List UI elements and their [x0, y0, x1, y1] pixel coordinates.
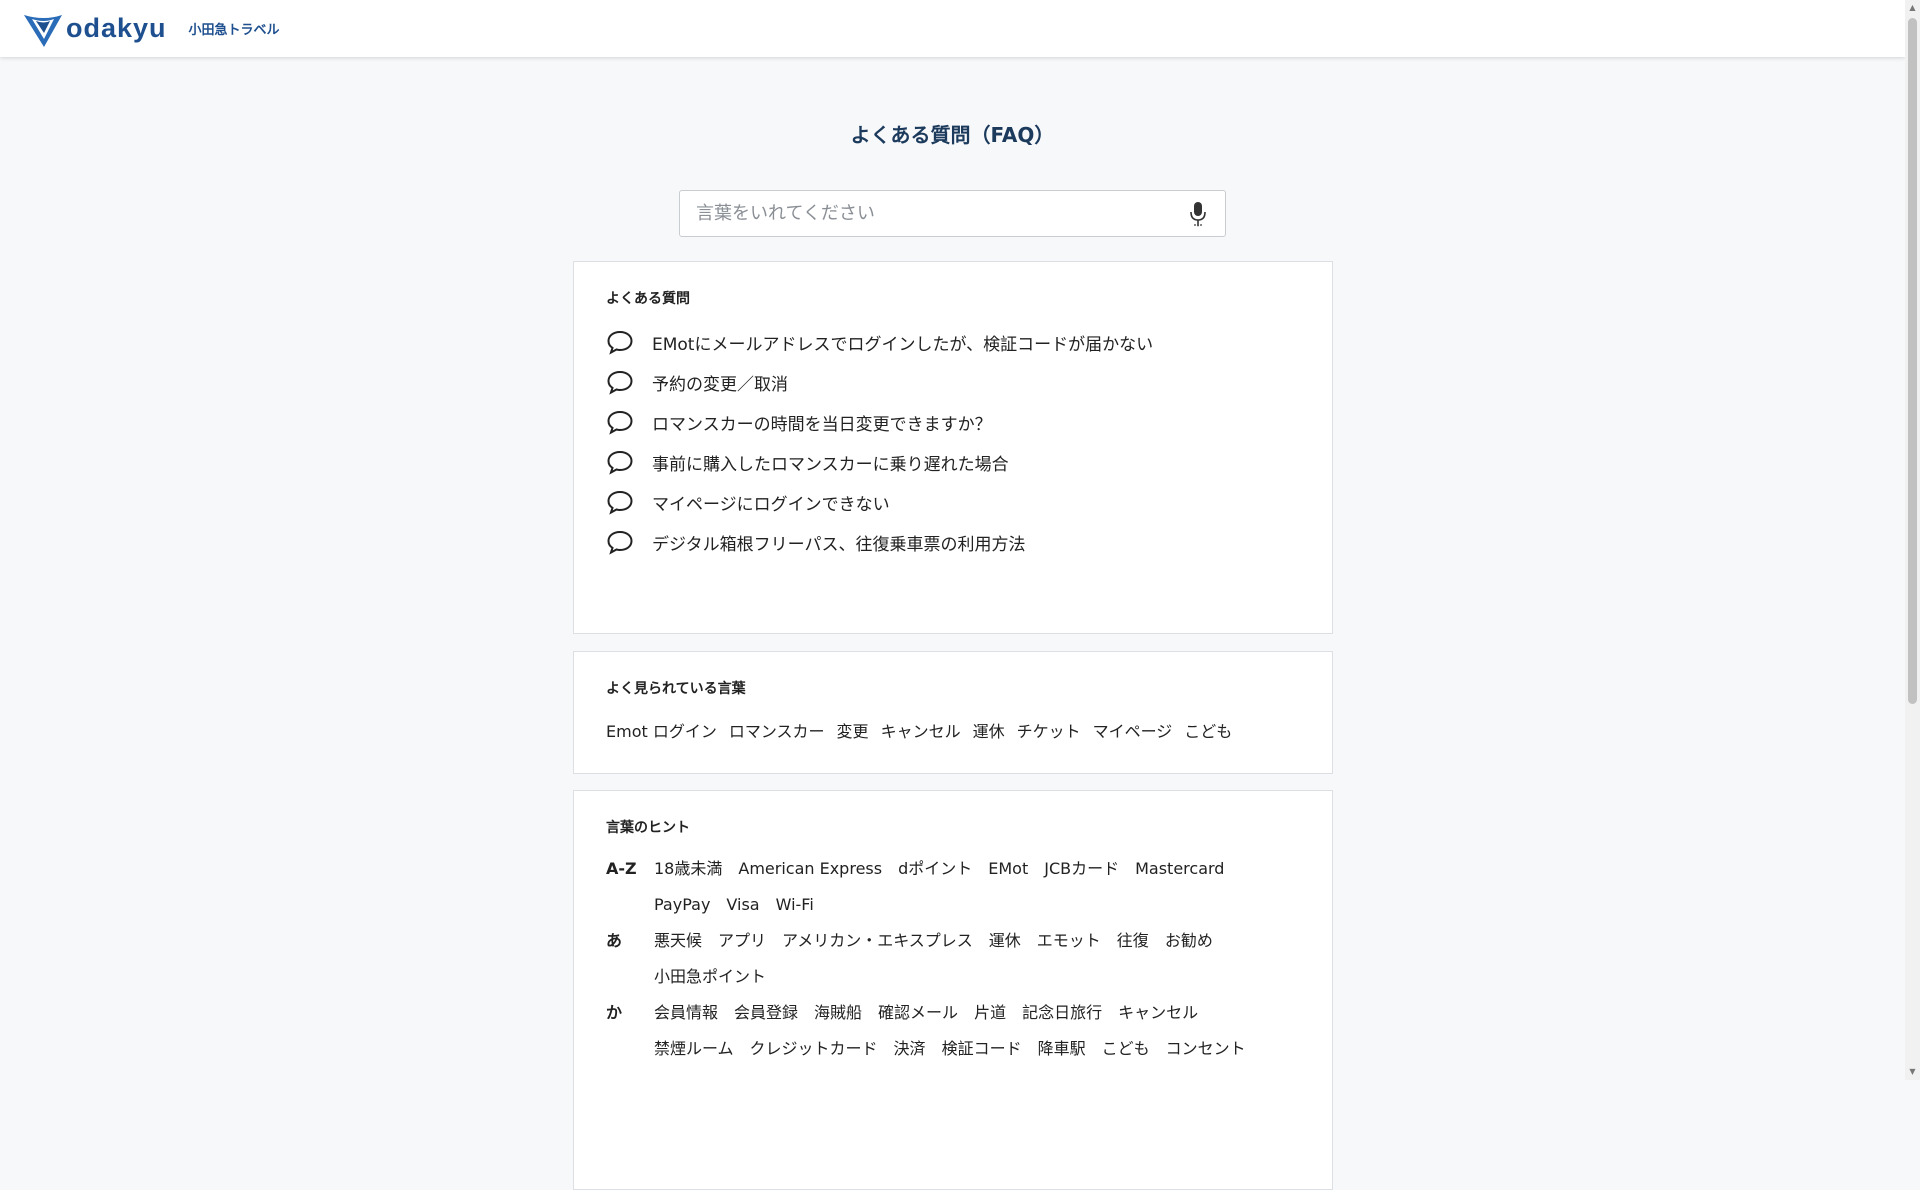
faq-item[interactable]: ロマンスカーの時間を当日変更できますか？ — [606, 402, 1300, 442]
faq-card: よくある質問 EMotにメールアドレスでログインしたが、検証コードが届かない 予… — [573, 261, 1333, 634]
popular-word-link[interactable]: ロマンスカー — [729, 718, 825, 742]
scroll-up-icon[interactable]: ▲ — [1908, 3, 1917, 13]
faq-question[interactable]: マイページにログインできない — [652, 490, 890, 515]
faq-item[interactable]: 予約の変更／取消 — [606, 362, 1300, 402]
popular-word-link[interactable]: キャンセル — [881, 718, 961, 742]
odakyu-logo-icon — [24, 14, 62, 47]
popular-word-link[interactable]: 変更 — [837, 718, 869, 742]
faq-list: EMotにメールアドレスでログインしたが、検証コードが届かない 予約の変更／取消… — [606, 322, 1300, 562]
hint-word-link[interactable]: 片道 — [974, 995, 1006, 1031]
site-header: odakyu 小田急トラベル — [0, 0, 1905, 57]
search-input[interactable] — [696, 203, 1187, 224]
hint-word-link[interactable]: Mastercard — [1135, 851, 1224, 887]
hint-word-link[interactable]: EMot — [988, 851, 1028, 887]
hint-word-link[interactable]: クレジットカード — [750, 1031, 878, 1067]
hint-word-link[interactable]: Wi-Fi — [776, 887, 814, 923]
logo-subtitle: 小田急トラベル — [188, 23, 280, 38]
hint-word-link[interactable]: 禁煙ルーム — [654, 1031, 734, 1067]
hint-word-link[interactable]: American Express — [738, 851, 882, 887]
hint-word-link[interactable]: 小田急ポイント — [654, 959, 766, 995]
hint-word-link[interactable]: 会員登録 — [734, 995, 798, 1031]
hint-word-link[interactable]: アメリカン・エキスプレス — [782, 923, 973, 959]
hint-word-link[interactable]: 検証コード — [942, 1031, 1022, 1067]
hint-words: 18歳未満 American Express dポイント EMot JCBカード Mast… — [654, 851, 1300, 923]
speech-bubble-icon — [607, 370, 633, 395]
popular-word-link[interactable]: マイページ — [1093, 718, 1173, 742]
faq-item[interactable]: 事前に購入したロマンスカーに乗り遅れた場合 — [606, 442, 1300, 482]
hint-word-link[interactable]: コンセント — [1166, 1031, 1246, 1067]
hint-word-link[interactable]: エモット — [1037, 923, 1101, 959]
popular-word-link[interactable]: Emot ログイン — [606, 718, 717, 742]
speech-bubble-icon — [607, 410, 633, 435]
hint-word-link[interactable]: 記念日旅行 — [1022, 995, 1102, 1031]
popular-heading: よく見られている言葉 — [606, 681, 746, 697]
faq-item[interactable]: EMotにメールアドレスでログインしたが、検証コードが届かない — [606, 322, 1300, 362]
hints-heading: 言葉のヒント — [606, 820, 690, 836]
speech-bubble-icon — [607, 490, 633, 515]
popular-word-link[interactable]: こども — [1184, 718, 1232, 742]
scrollbar-thumb[interactable] — [1908, 18, 1917, 704]
hint-word-link[interactable]: 降車駅 — [1038, 1031, 1086, 1067]
search-box[interactable] — [679, 190, 1226, 237]
hint-index-key: A-Z — [606, 859, 637, 878]
hint-index-key: あ — [606, 931, 623, 950]
hint-word-link[interactable]: 運休 — [989, 923, 1021, 959]
hint-row: あ 悪天候 アプリ アメリカン・エキスプレス 運休 エモット 往復 お勧め小田急ポイント — [606, 923, 1300, 995]
hint-word-link[interactable]: dポイント — [898, 851, 972, 887]
faq-question[interactable]: 事前に購入したロマンスカーに乗り遅れた場合 — [652, 450, 1009, 475]
hint-words: 会員情報 会員登録 海賊船 確認メール 片道 記念日旅行 キャンセル禁煙ルーム クレジットカー… — [654, 995, 1300, 1067]
hint-word-link[interactable]: 確認メール — [878, 995, 958, 1031]
faq-question[interactable]: 予約の変更／取消 — [652, 370, 788, 395]
faq-item[interactable]: マイページにログインできない — [606, 482, 1300, 522]
hint-rows: A-Z 18歳未満 American Express dポイント EMot JCBカード M… — [606, 851, 1300, 1067]
speech-bubble-icon — [607, 450, 633, 475]
faq-question[interactable]: EMotにメールアドレスでログインしたが、検証コードが届かない — [652, 330, 1153, 355]
faq-question[interactable]: ロマンスカーの時間を当日変更できますか？ — [652, 410, 992, 435]
hint-word-link[interactable]: 悪天候 — [654, 923, 702, 959]
scroll-down-icon[interactable]: ▼ — [1908, 1067, 1917, 1077]
odakyu-logo[interactable]: odakyu 小田急トラベル — [22, 9, 280, 49]
hint-words: 悪天候 アプリ アメリカン・エキスプレス 運休 エモット 往復 お勧め小田急ポイント — [654, 923, 1300, 995]
hint-word-link[interactable]: 海賊船 — [814, 995, 862, 1031]
faq-heading: よくある質問 — [606, 291, 690, 307]
logo-wordmark: odakyu — [66, 13, 167, 43]
popular-word-link[interactable]: チケット — [1017, 718, 1081, 742]
hint-word-link[interactable]: 会員情報 — [654, 995, 718, 1031]
hint-word-link[interactable]: 決済 — [894, 1031, 926, 1067]
word-hints-card: 言葉のヒント A-Z 18歳未満 American Express dポイント EMot… — [573, 790, 1333, 1190]
speech-bubble-icon — [607, 530, 633, 555]
page-scrollbar[interactable]: ▲ ▼ — [1905, 0, 1920, 1080]
hint-row: か 会員情報 会員登録 海賊船 確認メール 片道 記念日旅行 キャンセル禁煙ルーム クレジットカ… — [606, 995, 1300, 1067]
faq-item[interactable]: デジタル箱根フリーパス、往復乗車票の利用方法 — [606, 522, 1300, 562]
microphone-icon[interactable] — [1187, 201, 1209, 227]
hint-index-key: か — [606, 1003, 623, 1022]
hint-row: A-Z 18歳未満 American Express dポイント EMot JCBカード M… — [606, 851, 1300, 923]
hint-word-link[interactable]: お勧め — [1165, 923, 1213, 959]
hint-word-link[interactable]: PayPay — [654, 887, 710, 923]
popular-words-card: よく見られている言葉 Emot ログイン ロマンスカー 変更 キャンセル 運休 … — [573, 651, 1333, 774]
hint-word-link[interactable]: JCBカード — [1044, 851, 1119, 887]
faq-question[interactable]: デジタル箱根フリーパス、往復乗車票の利用方法 — [652, 530, 1026, 555]
hint-word-link[interactable]: キャンセル — [1118, 995, 1198, 1031]
hint-word-link[interactable]: 18歳未満 — [654, 851, 722, 887]
hint-word-link[interactable]: 往復 — [1117, 923, 1149, 959]
popular-word-link[interactable]: 運休 — [973, 718, 1005, 742]
hint-word-link[interactable]: Visa — [726, 887, 759, 923]
popular-words-list: Emot ログイン ロマンスカー 変更 キャンセル 運休 チケット マイページ … — [606, 718, 1300, 742]
page-title: よくある質問（FAQ） — [850, 123, 1055, 147]
speech-bubble-icon — [607, 330, 633, 355]
hint-word-link[interactable]: アプリ — [718, 923, 766, 959]
hint-word-link[interactable]: こども — [1102, 1031, 1150, 1067]
